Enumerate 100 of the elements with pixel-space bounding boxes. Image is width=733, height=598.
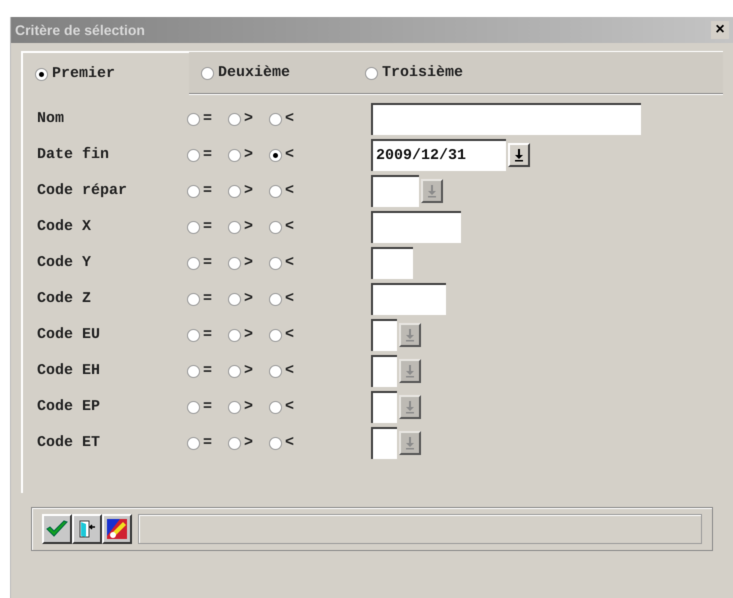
operator-label: < [285,288,294,309]
down-arrow-icon [514,148,524,162]
tab[interactable]: Deuxième [189,51,353,95]
radio-button[interactable] [269,328,282,342]
operator-label: = [203,216,212,237]
tab[interactable]: Premier [21,51,189,95]
radio-button[interactable] [187,220,200,234]
operator-label: < [285,324,294,345]
radio-button[interactable] [187,328,200,342]
operator-label: = [203,180,212,201]
down-arrow-icon [405,364,415,378]
input-field[interactable] [371,103,641,135]
operator-label: < [285,108,294,129]
radio-button[interactable] [228,364,242,378]
down-arrow-icon [427,184,437,198]
operator-label: = [203,432,212,453]
operator-label: > [244,180,254,201]
input-field[interactable] [371,247,413,279]
down-arrow-icon [405,436,415,450]
operator-label: = [203,252,212,273]
input-field[interactable] [371,355,397,387]
input-field[interactable] [371,211,461,243]
operator-label: > [244,360,254,381]
operator-label: > [244,108,254,129]
field-label: Code EH [37,360,102,381]
exit-button[interactable] [72,514,102,544]
close-button[interactable]: × [711,21,729,39]
radio-button[interactable] [201,66,214,80]
input-field[interactable] [371,319,397,351]
radio-button[interactable] [187,436,200,450]
radio-button[interactable] [269,364,282,378]
operator-label: > [244,252,254,273]
down-arrow-icon [405,400,415,414]
operator-label: < [285,216,294,237]
radio-button[interactable] [269,148,282,162]
window-title: Critère de sélection [15,20,145,40]
field-label: Code EU [37,324,102,345]
tab[interactable]: Troisième [353,51,723,95]
radio-button[interactable] [228,436,242,450]
field-label: Date fin [37,144,110,165]
operator-label: < [285,144,294,165]
radio-button[interactable] [228,400,242,414]
door-exit-icon [77,519,97,539]
input-field[interactable]: 2009/12/31 [371,139,506,171]
radio-button[interactable] [35,68,48,80]
field-label: Code X [37,216,92,237]
radio-button[interactable] [187,184,200,198]
radio-button[interactable] [269,184,282,198]
operator-label: = [203,144,212,165]
operator-label: < [285,360,294,381]
operator-label: > [244,144,254,165]
field-label: Code Z [37,288,92,309]
checkmark-icon [46,520,68,538]
clear-button[interactable] [102,514,132,544]
radio-button[interactable] [228,328,242,342]
radio-button[interactable] [187,292,200,306]
operator-label: < [285,432,294,453]
radio-button[interactable] [187,364,200,378]
operator-label: > [244,396,254,417]
operator-label: > [244,288,254,309]
radio-button[interactable] [187,148,200,162]
field-label: Code répar [37,180,128,201]
radio-button[interactable] [187,112,200,126]
radio-button[interactable] [269,112,282,126]
field-label: Code EP [37,396,102,417]
radio-button[interactable] [269,400,282,414]
radio-button[interactable] [187,400,200,414]
operator-label: < [285,180,294,201]
operator-label: > [244,216,254,237]
radio-button[interactable] [228,256,242,270]
radio-button[interactable] [228,184,242,198]
field-label: Code Y [37,252,92,273]
operator-label: > [244,432,254,453]
radio-button[interactable] [269,256,282,270]
radio-button[interactable] [228,292,242,306]
down-arrow-icon [405,328,415,342]
eraser-icon [106,518,128,540]
input-field[interactable] [371,427,397,459]
field-label: Nom [37,108,66,129]
radio-button[interactable] [228,220,242,234]
operator-label: = [203,288,212,309]
confirm-button[interactable] [42,514,72,544]
input-field[interactable] [371,283,446,315]
operator-label: = [203,108,212,129]
operator-label: < [285,252,294,273]
operator-label: < [285,396,294,417]
operator-label: > [244,324,254,345]
operator-label: = [203,360,212,381]
radio-button[interactable] [228,112,242,126]
input-field[interactable] [371,175,419,207]
input-field[interactable] [371,391,397,423]
radio-button[interactable] [269,292,282,306]
radio-button[interactable] [187,256,200,270]
radio-button[interactable] [228,148,242,162]
field-label: Code ET [37,432,102,453]
operator-label: = [203,396,212,417]
operator-label: = [203,324,212,345]
radio-button[interactable] [365,66,378,80]
radio-button[interactable] [269,220,282,234]
radio-button[interactable] [269,436,282,450]
